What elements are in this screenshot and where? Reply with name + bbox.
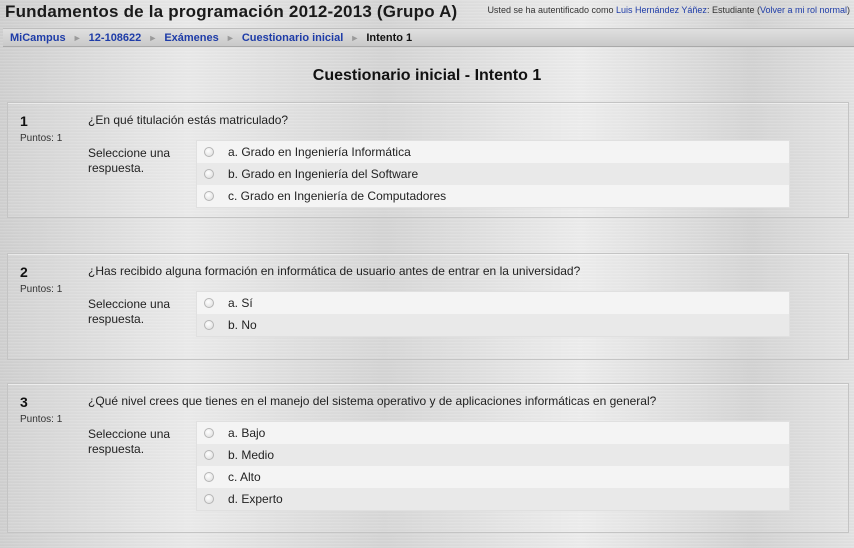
breadcrumb-separator-icon: ►	[148, 33, 158, 43]
breadcrumb-current: Intento 1	[366, 32, 413, 44]
answer-label: a. Sí	[228, 296, 253, 310]
answer-option-b[interactable]: b. Grado en Ingeniería del Software	[197, 163, 789, 185]
question-points: Puntos: 1	[20, 133, 63, 144]
radio-button-icon[interactable]	[204, 320, 214, 330]
answer-label: d. Experto	[228, 492, 283, 506]
answer-options: a. Grado en Ingeniería Informática b. Gr…	[196, 140, 790, 208]
question-text: ¿Qué nivel crees que tienes en el manejo…	[88, 394, 657, 408]
answer-label: b. No	[228, 318, 257, 332]
breadcrumb-cuestionario[interactable]: Cuestionario inicial	[242, 32, 343, 44]
answer-options: a. Sí b. No	[196, 291, 790, 337]
answer-option-a[interactable]: a. Sí	[197, 292, 789, 314]
radio-button-icon[interactable]	[204, 428, 214, 438]
breadcrumb: MiCampus ► 12-108622 ► Exámenes ► Cuesti…	[3, 28, 854, 47]
answer-prompt: Seleccione una respuesta.	[88, 427, 171, 456]
login-prefix: Usted se ha autentificado como	[487, 5, 614, 15]
answer-label: a. Grado en Ingeniería Informática	[228, 145, 411, 159]
user-name-link[interactable]: Luis Hernández Yáñez	[616, 5, 707, 15]
login-info: Usted se ha autentificado como Luis Hern…	[487, 5, 850, 15]
answer-option-a[interactable]: a. Grado en Ingeniería Informática	[197, 141, 789, 163]
breadcrumb-micampus[interactable]: MiCampus	[10, 32, 66, 44]
answer-option-a[interactable]: a. Bajo	[197, 422, 789, 444]
answer-label: c. Grado en Ingeniería de Computadores	[228, 189, 447, 203]
close-paren: )	[847, 5, 850, 15]
question-text: ¿En qué titulación estás matriculado?	[88, 113, 289, 127]
answer-option-c[interactable]: c. Alto	[197, 466, 789, 488]
question-number: 1	[20, 113, 28, 129]
answer-option-b[interactable]: b. Medio	[197, 444, 789, 466]
answer-label: b. Grado en Ingeniería del Software	[228, 167, 419, 181]
role-suffix: : Estudiante (	[706, 5, 760, 15]
breadcrumb-course[interactable]: 12-108622	[89, 32, 142, 44]
answer-label: a. Bajo	[228, 426, 266, 440]
answer-option-c[interactable]: c. Grado en Ingeniería de Computadores	[197, 185, 789, 207]
question-1: 1 Puntos: 1 ¿En qué titulación estás mat…	[7, 102, 849, 218]
answer-option-b[interactable]: b. No	[197, 314, 789, 336]
breadcrumb-separator-icon: ►	[350, 33, 360, 43]
breadcrumb-examenes[interactable]: Exámenes	[164, 32, 218, 44]
answer-options: a. Bajo b. Medio c. Alto d. Experto	[196, 421, 790, 511]
question-text: ¿Has recibido alguna formación en inform…	[88, 264, 581, 278]
radio-button-icon[interactable]	[204, 191, 214, 201]
breadcrumb-separator-icon: ►	[225, 33, 235, 43]
radio-button-icon[interactable]	[204, 450, 214, 460]
breadcrumb-separator-icon: ►	[72, 33, 82, 43]
radio-button-icon[interactable]	[204, 298, 214, 308]
question-points: Puntos: 1	[20, 414, 63, 425]
question-points: Puntos: 1	[20, 284, 63, 295]
question-2: 2 Puntos: 1 ¿Has recibido alguna formaci…	[7, 253, 849, 360]
page-title: Cuestionario inicial - Intento 1	[312, 67, 542, 84]
answer-label: c. Alto	[228, 470, 261, 484]
page-header: Fundamentos de la programación 2012-2013…	[0, 0, 854, 28]
course-title: Fundamentos de la programación 2012-2013…	[5, 2, 458, 21]
radio-button-icon[interactable]	[204, 494, 214, 504]
back-to-role-link[interactable]: Volver a mi rol normal	[760, 5, 847, 15]
radio-button-icon[interactable]	[204, 147, 214, 157]
answer-option-d[interactable]: d. Experto	[197, 488, 789, 510]
radio-button-icon[interactable]	[204, 169, 214, 179]
answer-label: b. Medio	[228, 448, 275, 462]
question-number: 2	[20, 264, 28, 280]
answer-prompt: Seleccione una respuesta.	[88, 146, 171, 175]
question-3: 3 Puntos: 1 ¿Qué nivel crees que tienes …	[7, 383, 849, 533]
answer-prompt: Seleccione una respuesta.	[88, 297, 171, 326]
radio-button-icon[interactable]	[204, 472, 214, 482]
question-number: 3	[20, 394, 28, 410]
